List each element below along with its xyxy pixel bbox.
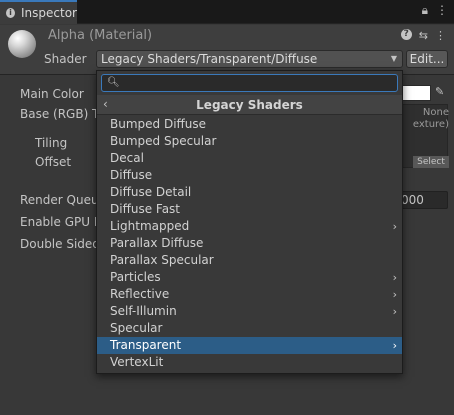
material-title: Alpha (Material): [48, 28, 153, 43]
texture-select-button[interactable]: Select: [413, 156, 449, 168]
list-item-label: Bumped Specular: [110, 134, 217, 148]
chevron-right-icon: ›: [392, 339, 397, 352]
list-item[interactable]: Bumped Specular: [97, 133, 402, 150]
list-item[interactable]: Specular: [97, 320, 402, 337]
main-color-swatch[interactable]: [400, 85, 431, 101]
list-item-label: Particles: [110, 270, 161, 284]
search-icon: 🔍︎: [107, 77, 120, 88]
list-item-label: Bumped Diffuse: [110, 117, 207, 131]
list-item[interactable]: Diffuse: [97, 167, 402, 184]
info-icon: i: [6, 8, 16, 18]
help-icon[interactable]: ?: [400, 29, 412, 40]
main-color-label: Main Color: [20, 87, 84, 101]
offset-label: Offset: [35, 155, 72, 169]
menu-icon[interactable]: ⋮: [436, 3, 448, 18]
search-input[interactable]: [120, 76, 395, 90]
material-header: Alpha (Material) ? ⇆ ⋮ Shader Legacy Sha…: [0, 25, 454, 75]
edit-button[interactable]: Edit...: [406, 50, 448, 68]
shader-popup: 🔍︎ ‹ Legacy Shaders Bumped Diffuse Bumpe…: [96, 70, 403, 374]
list-item[interactable]: Parallax Diffuse: [97, 235, 402, 252]
list-item-label: Diffuse Detail: [110, 185, 192, 199]
list-item[interactable]: Decal: [97, 150, 402, 167]
list-item[interactable]: Self-Illumin ›: [97, 303, 402, 320]
list-item-label: Parallax Specular: [110, 253, 214, 267]
header-icons: ? ⇆ ⋮: [400, 29, 446, 42]
search-box[interactable]: 🔍︎: [101, 74, 398, 92]
list-item-label: Reflective: [110, 287, 170, 301]
lock-icon[interactable]: 🔒︎: [422, 3, 428, 18]
list-item[interactable]: Diffuse Fast: [97, 201, 402, 218]
render-queue-label: Render Queue: [20, 193, 106, 207]
list-item-label: VertexLit: [110, 355, 164, 369]
shader-dropdown-value: Legacy Shaders/Transparent/Diffuse: [101, 52, 318, 66]
list-item[interactable]: Lightmapped ›: [97, 218, 402, 235]
list-item[interactable]: Diffuse Detail: [97, 184, 402, 201]
list-item[interactable]: Parallax Specular: [97, 252, 402, 269]
popup-title: Legacy Shaders: [196, 98, 303, 112]
list-item[interactable]: VertexLit: [97, 354, 402, 371]
shader-dropdown[interactable]: Legacy Shaders/Transparent/Diffuse ▼: [96, 50, 403, 68]
list-item[interactable]: Bumped Diffuse: [97, 116, 402, 133]
list-item[interactable]: Particles ›: [97, 269, 402, 286]
gpu-instancing-label: Enable GPU In: [20, 215, 105, 229]
shader-label: Shader: [44, 52, 87, 66]
list-item-label: Diffuse Fast: [110, 202, 181, 216]
double-sided-label: Double Sided: [20, 237, 100, 251]
material-preview-icon: [8, 30, 36, 58]
presets-icon[interactable]: ⇆: [419, 29, 428, 42]
base-texture-label: Base (RGB) T: [20, 107, 100, 121]
chevron-right-icon: ›: [392, 305, 397, 318]
texture-none-line2: exture): [412, 119, 449, 130]
tiling-label: Tiling: [35, 136, 68, 150]
tab-bar: i Inspector 🔒︎ ⋮: [0, 0, 454, 24]
tab-label: Inspector: [21, 6, 77, 20]
texture-none-line1: None: [422, 107, 449, 118]
list-item-selected[interactable]: Transparent ›: [97, 337, 402, 354]
shader-list: Bumped Diffuse Bumped Specular Decal Dif…: [97, 116, 402, 371]
chevron-right-icon: ›: [392, 288, 397, 301]
menu-icon[interactable]: ⋮: [435, 29, 446, 42]
list-item-label: Specular: [110, 321, 163, 335]
list-item-label: Parallax Diffuse: [110, 236, 204, 250]
render-queue-field[interactable]: 000: [400, 191, 448, 209]
tab-inspector[interactable]: i Inspector: [0, 0, 77, 24]
list-item-label: Diffuse: [110, 168, 153, 182]
tabbar-controls: 🔒︎ ⋮: [422, 3, 448, 18]
dropdown-arrow-icon: ▼: [390, 54, 397, 63]
texture-none-text: None exture): [401, 107, 449, 131]
list-item-label: Self-Illumin: [110, 304, 177, 318]
eyedropper-icon[interactable]: ✎: [435, 85, 444, 98]
list-item-label: Lightmapped: [110, 219, 190, 233]
list-item-label: Transparent: [110, 338, 182, 352]
list-item-label: Decal: [110, 151, 144, 165]
chevron-right-icon: ›: [392, 220, 397, 233]
popup-header: ‹ Legacy Shaders: [97, 95, 402, 115]
list-item[interactable]: Reflective ›: [97, 286, 402, 303]
chevron-right-icon: ›: [392, 271, 397, 284]
